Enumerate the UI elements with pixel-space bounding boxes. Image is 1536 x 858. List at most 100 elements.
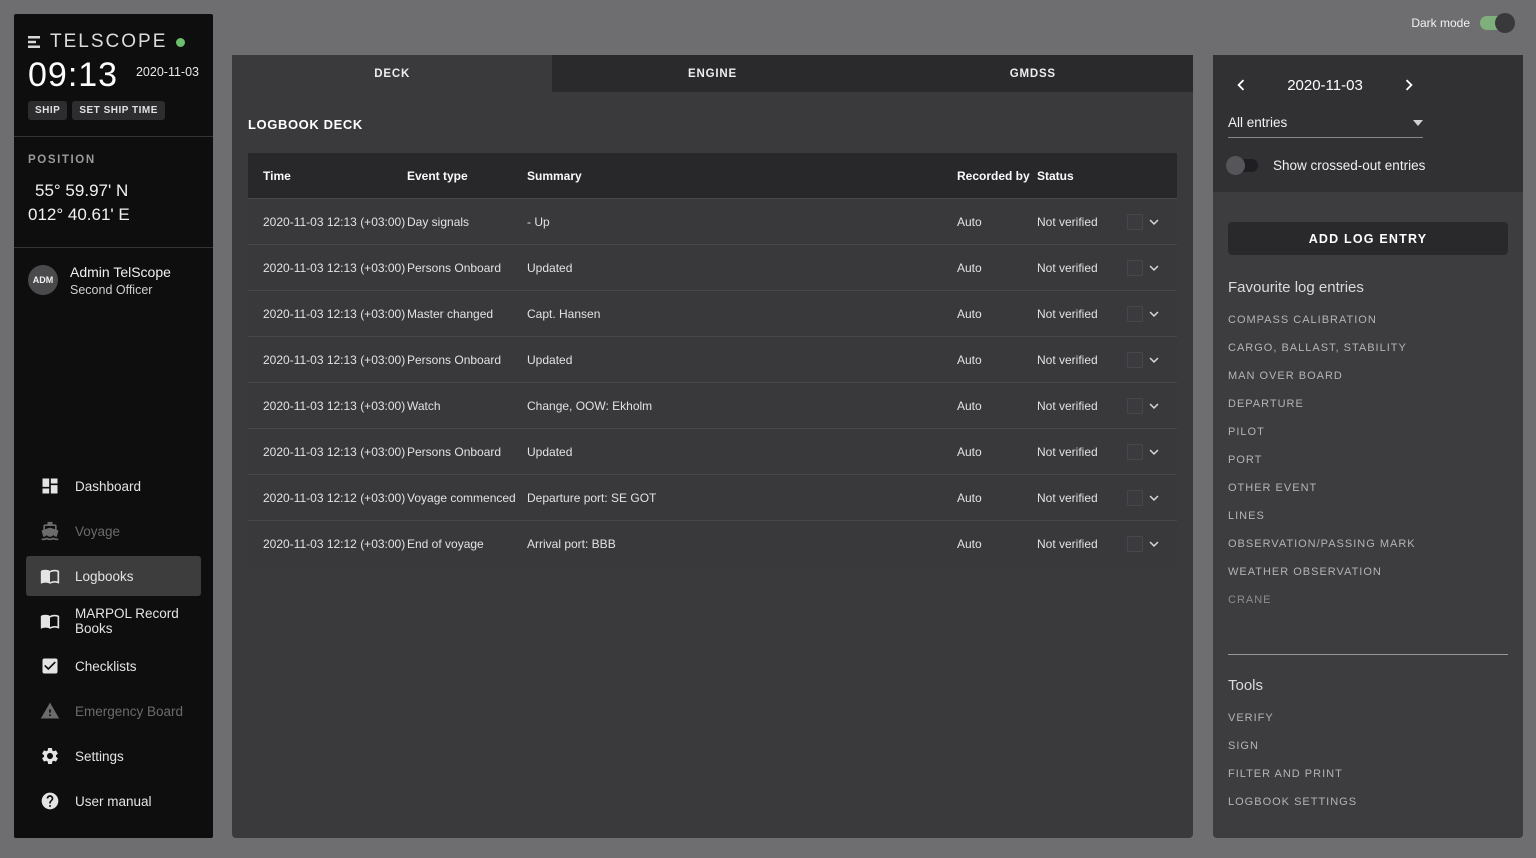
nav-item[interactable]: Emergency Board [26,691,201,731]
logbook-tab[interactable]: ENGINE [552,55,872,92]
favourite-log-entry[interactable]: CARGO, BALLAST, STABILITY [1228,334,1508,362]
tool-item[interactable]: VERIFY [1228,704,1508,732]
log-entry-row[interactable]: 2020-11-03 12:12 (+03:00) End of voyage … [248,520,1177,566]
ship-time-badge[interactable]: SHIP [28,101,67,120]
logbook-tab-bar: DECK ENGINE GMDSS [232,55,1193,92]
date-navigation: 2020-11-03 [1228,72,1508,98]
favourite-log-entry[interactable]: OTHER EVENT [1228,474,1508,502]
chevron-down-icon[interactable] [1145,535,1163,553]
tool-item[interactable]: LOGBOOK SETTINGS [1228,788,1508,816]
next-day-button[interactable] [1396,72,1422,98]
log-entry-row[interactable]: 2020-11-03 12:12 (+03:00) Voyage commenc… [248,474,1177,520]
log-entry-row[interactable]: 2020-11-03 12:13 (+03:00) Master changed… [248,290,1177,336]
row-checkbox[interactable] [1127,444,1143,460]
favourite-log-entry[interactable]: PORT [1228,446,1508,474]
chevron-down-icon[interactable] [1145,489,1163,507]
log-entry-row[interactable]: 2020-11-03 12:13 (+03:00) Watch Change, … [248,382,1177,428]
dark-mode-toggle-knob [1495,13,1515,33]
row-checkbox[interactable] [1127,352,1143,368]
dark-mode-toggle[interactable] [1480,16,1512,30]
favourite-log-entry[interactable]: LINES [1228,502,1508,530]
log-entry-recorded-by: Auto [957,215,1037,229]
row-checkbox[interactable] [1127,260,1143,276]
log-entry-status: Not verified [1037,307,1123,321]
brand-row: TELSCOPE [14,14,213,55]
row-checkbox[interactable] [1127,306,1143,322]
nav-item[interactable]: User manual [26,781,201,821]
toggle-knob [1226,156,1245,175]
book-icon [40,611,60,631]
column-header: Event type [407,169,527,183]
log-entry-row[interactable]: 2020-11-03 12:13 (+03:00) Persons Onboar… [248,336,1177,382]
favourite-log-entry[interactable]: PILOT [1228,418,1508,446]
book-icon [40,566,60,586]
log-entry-summary: Arrival port: BBB [527,537,957,551]
previous-day-button[interactable] [1228,72,1254,98]
log-entry-status: Not verified [1037,261,1123,275]
chevron-down-icon[interactable] [1145,443,1163,461]
log-entry-status: Not verified [1037,399,1123,413]
log-entry-row[interactable]: 2020-11-03 12:13 (+03:00) Day signals - … [248,198,1177,244]
log-entry-recorded-by: Auto [957,399,1037,413]
logbook-tab[interactable]: GMDSS [873,55,1193,92]
nav-item[interactable]: Checklists [26,646,201,686]
log-entry-recorded-by: Auto [957,307,1037,321]
favourite-log-entry[interactable]: COMPASS CALIBRATION [1228,306,1508,334]
dark-mode-label: Dark mode [1411,16,1470,30]
log-entry-recorded-by: Auto [957,537,1037,551]
set-ship-time-button[interactable]: SET SHIP TIME [72,101,165,120]
nav-item[interactable]: Voyage [26,511,201,551]
entries-filter-select[interactable]: All entries [1228,115,1423,138]
log-entry-summary: Updated [527,353,957,367]
nav-item-label: Emergency Board [75,704,183,719]
show-crossed-out-toggle[interactable] [1228,159,1258,172]
favourite-log-entry[interactable]: OBSERVATION/PASSING MARK [1228,530,1508,558]
log-entry-event-type: Voyage commenced [407,491,527,505]
nav-item[interactable]: MARPOL Record Books [26,601,201,641]
user-row[interactable]: ADM Admin TelScope Second Officer [14,248,213,313]
log-entry-time: 2020-11-03 12:13 (+03:00) [263,399,407,413]
log-entry-row[interactable]: 2020-11-03 12:13 (+03:00) Persons Onboar… [248,428,1177,474]
nav-item[interactable]: Dashboard [26,466,201,506]
nav-item[interactable]: Logbooks [26,556,201,596]
nav-item-label: MARPOL Record Books [75,606,201,636]
log-entry-time: 2020-11-03 12:13 (+03:00) [263,307,407,321]
entries-filter-value: All entries [1228,115,1287,130]
crossed-out-toggle-row: Show crossed-out entries [1228,158,1508,173]
tools-title: Tools [1228,677,1508,694]
favourite-log-entry[interactable]: WEATHER OBSERVATION [1228,558,1508,586]
favourite-log-entry[interactable]: DEPARTURE [1228,390,1508,418]
nav-item-label: Checklists [75,659,137,674]
nav-item[interactable]: Settings [26,736,201,776]
logbook-tab[interactable]: DECK [232,55,552,92]
row-checkbox[interactable] [1127,214,1143,230]
favourite-log-entry[interactable]: MAN OVER BOARD [1228,362,1508,390]
log-entry-time: 2020-11-03 12:13 (+03:00) [263,215,407,229]
row-checkbox[interactable] [1127,490,1143,506]
row-checkbox[interactable] [1127,536,1143,552]
log-entry-status: Not verified [1037,353,1123,367]
log-entry-recorded-by: Auto [957,491,1037,505]
favourite-log-entry[interactable]: CRANE [1228,586,1508,614]
chevron-down-icon[interactable] [1145,351,1163,369]
chevron-down-icon[interactable] [1145,305,1163,323]
tool-item[interactable]: SIGN [1228,732,1508,760]
log-entry-summary: Departure port: SE GOT [527,491,957,505]
log-entry-event-type: Persons Onboard [407,445,527,459]
log-entry-row[interactable]: 2020-11-03 12:13 (+03:00) Persons Onboar… [248,244,1177,290]
latitude-value: 55° 59.97' N [28,179,199,203]
chevron-down-icon[interactable] [1145,213,1163,231]
left-sidebar: TELSCOPE 09:13 2020-11-03 SHIP SET SHIP … [14,14,213,838]
log-entry-event-type: Watch [407,399,527,413]
chevron-down-icon[interactable] [1145,397,1163,415]
row-checkbox[interactable] [1127,398,1143,414]
log-entry-recorded-by: Auto [957,261,1037,275]
log-entry-summary: - Up [527,215,957,229]
nav-item-label: Settings [75,749,124,764]
tool-item[interactable]: FILTER AND PRINT [1228,760,1508,788]
avatar: ADM [28,265,58,295]
chevron-down-icon[interactable] [1145,259,1163,277]
column-header: Recorded by [957,169,1037,183]
log-entry-status: Not verified [1037,445,1123,459]
add-log-entry-button[interactable]: ADD LOG ENTRY [1228,222,1508,255]
